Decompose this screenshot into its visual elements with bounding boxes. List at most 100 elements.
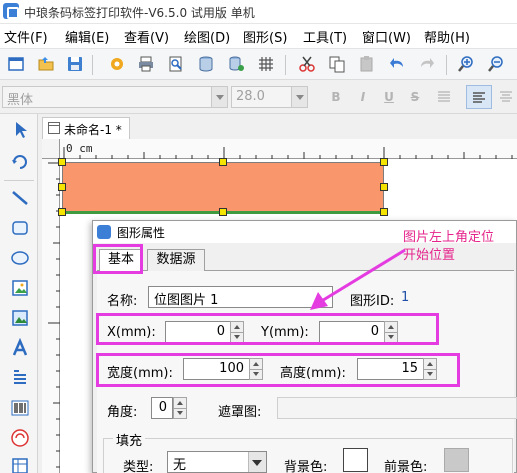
barcode-tool-icon[interactable] <box>10 398 30 418</box>
tab-datasource[interactable]: 数据源 <box>147 249 205 271</box>
menu-view[interactable]: 查看(V) <box>124 27 169 46</box>
resize-handle-left[interactable] <box>58 183 66 191</box>
print-preview-icon[interactable] <box>167 55 185 73</box>
bold-button[interactable]: B <box>328 89 344 105</box>
ruler-corner <box>42 139 60 159</box>
dropdown-arrow-icon <box>252 460 262 466</box>
annotation-text: 图片左上角定位 开始位置 <box>403 229 494 265</box>
align-justify-icon[interactable] <box>436 89 452 105</box>
zoom-out-icon[interactable] <box>487 55 505 73</box>
drawing-tools-bar <box>0 114 38 473</box>
align-left-button[interactable] <box>466 85 492 109</box>
select-pointer-icon[interactable] <box>10 120 30 140</box>
fill-type-select[interactable]: 无 <box>167 451 267 473</box>
strikethrough-button[interactable]: S <box>407 89 423 105</box>
dialog-title: 图形属性 <box>117 226 166 240</box>
cut-icon[interactable] <box>298 55 316 73</box>
copy-icon[interactable] <box>328 55 346 73</box>
table-tool-icon[interactable] <box>10 456 30 473</box>
rotate-tool-icon[interactable] <box>10 150 30 170</box>
align-center-icon[interactable] <box>498 89 514 105</box>
print-icon[interactable] <box>137 55 155 73</box>
font-size-value: 28.0 <box>236 89 265 104</box>
text-tool-icon[interactable] <box>10 338 30 358</box>
menu-tools[interactable]: 工具(T) <box>303 27 347 46</box>
highlight-basic-tab <box>93 244 143 274</box>
angle-value: 0 <box>158 400 167 415</box>
font-name-value: 黑体 <box>7 93 34 108</box>
document-icon <box>48 122 60 134</box>
ruler-ticks <box>63 147 513 159</box>
vertical-ruler-ticks <box>48 162 60 468</box>
ellipse-tool-icon[interactable] <box>10 248 30 268</box>
picture-tool-icon[interactable] <box>10 308 30 328</box>
resize-handle-right[interactable] <box>380 183 388 191</box>
italic-button[interactable]: I <box>355 89 371 105</box>
app-icon <box>3 3 19 19</box>
font-size-select[interactable]: 28.0 <box>231 86 308 108</box>
selected-image-shape[interactable] <box>62 162 384 212</box>
mask-image-field[interactable] <box>277 397 517 419</box>
document-tab[interactable]: 未命名-1 * <box>42 117 130 139</box>
font-toolbar: 黑体 28.0 B I U S <box>0 80 517 114</box>
resize-handle-top[interactable] <box>219 158 227 166</box>
highlight-size-row <box>96 353 460 387</box>
paste-icon[interactable] <box>358 55 376 73</box>
menu-draw[interactable]: 绘图(D) <box>184 27 230 46</box>
resize-handle-top-right[interactable] <box>380 158 388 166</box>
menu-shape[interactable]: 图形(S) <box>243 27 287 46</box>
angle-spinner[interactable] <box>173 397 187 419</box>
background-color-label: 背景色: <box>284 460 328 473</box>
zoom-in-icon[interactable] <box>457 55 475 73</box>
title-bar: 中琅条码标签打印软件-V6.5.0 试用版 单机 <box>0 0 517 24</box>
window-title: 中琅条码标签打印软件-V6.5.0 试用版 单机 <box>24 6 255 20</box>
angle-label: 角度: <box>107 405 138 420</box>
chevron-down-icon[interactable] <box>211 87 227 107</box>
menu-help[interactable]: 帮助(H) <box>424 27 470 46</box>
underline-button[interactable]: U <box>381 89 397 105</box>
ruler-unit-label: 0 cm <box>66 142 93 155</box>
rectangle-tool-icon[interactable] <box>10 218 30 238</box>
save-icon[interactable] <box>66 55 84 73</box>
foreground-color-swatch[interactable] <box>444 448 469 472</box>
resize-handle-bottom-left[interactable] <box>58 208 66 216</box>
fill-type-label: 类型: <box>123 460 154 473</box>
grid-icon[interactable] <box>257 55 275 73</box>
main-toolbar <box>0 48 517 80</box>
font-name-select[interactable]: 黑体 <box>2 86 228 108</box>
open-file-icon[interactable] <box>37 55 55 73</box>
highlight-xy-row <box>96 313 439 345</box>
document-tab-title: 未命名-1 * <box>64 123 122 137</box>
undo-icon[interactable] <box>388 55 406 73</box>
annotation-line-2: 开始位置 <box>403 248 456 263</box>
chevron-down-icon[interactable] <box>291 87 307 107</box>
line-tool-icon[interactable] <box>10 188 30 208</box>
align-left-icon <box>473 92 485 103</box>
dialog-app-icon <box>97 225 111 239</box>
resize-handle-bottom[interactable] <box>219 208 227 216</box>
annotation-line-1: 图片左上角定位 <box>403 230 495 245</box>
menu-window[interactable]: 窗口(W) <box>362 27 411 46</box>
menu-bar: 文件(F) 编辑(E) 查看(V) 绘图(D) 图形(S) 工具(T) 窗口(W… <box>0 24 517 48</box>
menu-file[interactable]: 文件(F) <box>4 27 48 46</box>
image-tool-icon[interactable] <box>10 278 30 298</box>
resize-handle-bottom-right[interactable] <box>380 208 388 216</box>
horizontal-ruler: 0 cm <box>60 139 517 159</box>
fill-section-title: 填充 <box>113 430 146 449</box>
fill-type-value: 无 <box>173 458 187 473</box>
new-file-icon[interactable] <box>7 55 25 73</box>
database-connect-icon[interactable] <box>227 55 245 73</box>
database-icon[interactable] <box>197 55 215 73</box>
settings-gear-icon[interactable] <box>108 55 126 73</box>
background-color-swatch[interactable] <box>343 448 368 472</box>
qrcode-tool-icon[interactable] <box>10 428 30 448</box>
redo-icon[interactable] <box>418 55 436 73</box>
menu-edit[interactable]: 编辑(E) <box>65 27 109 46</box>
foreground-color-label: 前景色: <box>384 460 428 473</box>
name-field-value: 位图图片 1 <box>154 293 219 308</box>
multiline-text-icon[interactable] <box>10 368 30 388</box>
resize-handle-top-left[interactable] <box>58 158 66 166</box>
name-label: 名称: <box>107 294 138 309</box>
angle-field[interactable]: 0 <box>151 397 173 419</box>
annotation-arrow <box>310 248 406 310</box>
